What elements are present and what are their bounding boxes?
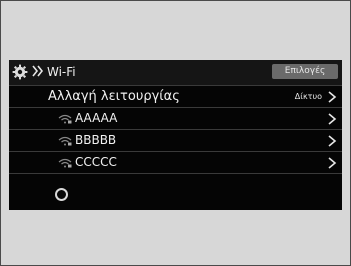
wifi-screen: Wi-Fi Επιλογές Αλλαγή λειτουργίας Δίκτυο… <box>9 60 342 210</box>
gear-icon <box>12 64 28 80</box>
chevron-right-icon <box>328 135 337 147</box>
wifi-lock-icon <box>58 158 72 168</box>
loading-spinner-icon <box>55 188 68 201</box>
mode-change-value: Δίκτυο <box>294 92 322 101</box>
double-chevron-right-icon <box>32 65 44 77</box>
page-frame: Wi-Fi Επιλογές Αλλαγή λειτουργίας Δίκτυο… <box>0 0 351 266</box>
network-row[interactable]: AAAAA <box>9 108 342 130</box>
mode-change-label: Αλλαγή λειτουργίας <box>48 89 180 104</box>
network-row[interactable]: BBBBB <box>9 130 342 152</box>
network-name: BBBBB <box>75 133 117 147</box>
options-button[interactable]: Επιλογές <box>272 64 338 79</box>
chevron-right-icon <box>328 157 337 169</box>
mode-change-row[interactable]: Αλλαγή λειτουργίας Δίκτυο <box>9 86 342 108</box>
network-name: AAAAA <box>75 111 118 125</box>
wifi-lock-icon <box>58 114 72 124</box>
header-bar: Wi-Fi Επιλογές <box>9 60 342 86</box>
network-name: CCCCC <box>75 155 117 169</box>
chevron-right-icon <box>328 91 337 103</box>
network-row[interactable]: CCCCC <box>9 152 342 174</box>
chevron-right-icon <box>328 113 337 125</box>
wifi-lock-icon <box>58 136 72 146</box>
page-title: Wi-Fi <box>47 65 76 79</box>
